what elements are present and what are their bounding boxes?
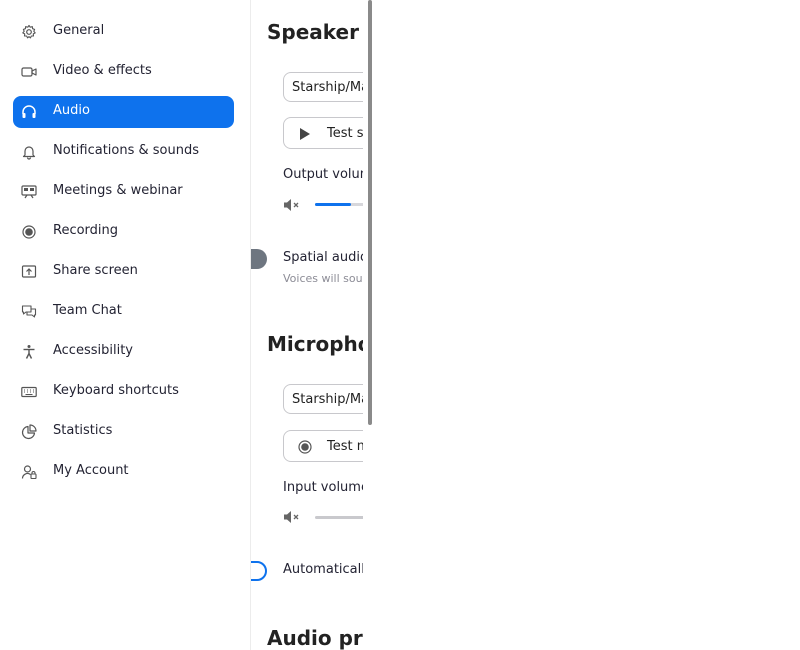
- record-icon: [21, 224, 37, 240]
- test-speaker-button[interactable]: Test speaker: [283, 117, 363, 149]
- sidebar-item-label: Keyboard shortcuts: [53, 383, 179, 398]
- play-icon: [300, 128, 310, 140]
- sidebar-item-general[interactable]: General: [13, 16, 234, 48]
- accessibility-icon: [21, 344, 37, 360]
- sidebar-item-label: Accessibility: [53, 343, 133, 358]
- account-icon: [21, 464, 37, 480]
- output-volume-fill: [315, 203, 351, 206]
- microphone-device-value: Starship/Matisse HD Audio Controller Ana…: [292, 392, 363, 407]
- settings-sidebar: General Video & effects Audio Notificati…: [0, 0, 251, 650]
- record-icon: [298, 440, 312, 454]
- auto-adjust-mic-label: Automatically adjust microphone volume: [283, 562, 363, 577]
- audio-settings-panel: Speaker Starship/Matisse HD Audio Contro…: [251, 0, 363, 650]
- sidebar-item-video-effects[interactable]: Video & effects: [13, 56, 234, 88]
- sidebar-item-notifications[interactable]: Notifications & sounds: [13, 136, 234, 168]
- sidebar-item-label: Video & effects: [53, 63, 152, 78]
- bell-icon: [21, 144, 37, 160]
- sidebar-item-label: Team Chat: [53, 303, 122, 318]
- headphones-icon: [21, 104, 37, 120]
- spatial-audio-toggle[interactable]: [251, 249, 267, 269]
- speaker-mute-icon[interactable]: [283, 198, 301, 212]
- auto-adjust-mic-toggle[interactable]: [251, 561, 267, 581]
- sidebar-item-label: Notifications & sounds: [53, 143, 199, 158]
- vertical-scrollbar[interactable]: [368, 0, 372, 425]
- sidebar-item-accessibility[interactable]: Accessibility: [13, 336, 234, 368]
- sidebar-item-share-screen[interactable]: Share screen: [13, 256, 234, 288]
- audio-profile-section-title: Audio profile: [267, 626, 363, 650]
- output-volume-slider[interactable]: [315, 203, 363, 206]
- test-mic-button[interactable]: Test mic: [283, 430, 363, 462]
- keyboard-icon: [21, 384, 37, 400]
- sidebar-item-label: General: [53, 23, 105, 38]
- sidebar-item-label: Meetings & webinar: [53, 183, 183, 198]
- speaker-device-value: Starship/Matisse HD Audio Controller Ana…: [292, 80, 363, 95]
- settings-window: General Video & effects Audio Notificati…: [0, 0, 800, 650]
- speaker-section-title: Speaker: [267, 20, 359, 44]
- output-volume-label: Output volume:: [283, 167, 363, 182]
- share-screen-icon: [21, 264, 37, 280]
- chat-icon: [21, 304, 37, 320]
- speaker-device-select[interactable]: Starship/Matisse HD Audio Controller Ana…: [283, 72, 363, 102]
- sidebar-item-statistics[interactable]: Statistics: [13, 416, 234, 448]
- input-volume-slider[interactable]: [315, 516, 363, 519]
- test-mic-label: Test mic: [327, 439, 363, 454]
- sidebar-item-keyboard-shortcuts[interactable]: Keyboard shortcuts: [13, 376, 234, 408]
- input-volume-label: Input volume:: [283, 480, 363, 495]
- sidebar-item-audio[interactable]: Audio: [13, 96, 234, 128]
- sidebar-item-label: Statistics: [53, 423, 113, 438]
- sidebar-item-meetings-webinar[interactable]: Meetings & webinar: [13, 176, 234, 208]
- meeting-icon: [21, 184, 37, 200]
- sidebar-item-team-chat[interactable]: Team Chat: [13, 296, 234, 328]
- sidebar-item-label: My Account: [53, 463, 129, 478]
- sidebar-item-recording[interactable]: Recording: [13, 216, 234, 248]
- sidebar-item-label: Share screen: [53, 263, 138, 278]
- gear-icon: [21, 24, 37, 40]
- sidebar-item-label: Recording: [53, 223, 119, 238]
- test-speaker-label: Test speaker: [327, 126, 363, 141]
- sidebar-item-my-account[interactable]: My Account: [13, 456, 234, 488]
- microphone-mute-icon[interactable]: [283, 510, 301, 524]
- video-icon: [21, 64, 37, 80]
- pie-chart-icon: [21, 424, 37, 440]
- spatial-audio-label: Spatial audio: [283, 250, 363, 265]
- spatial-audio-description: Voices will sound like they are coming f…: [283, 272, 363, 285]
- microphone-section-title: Microphone: [267, 332, 363, 356]
- sidebar-item-label: Audio: [53, 103, 90, 118]
- microphone-device-select[interactable]: Starship/Matisse HD Audio Controller Ana…: [283, 384, 363, 414]
